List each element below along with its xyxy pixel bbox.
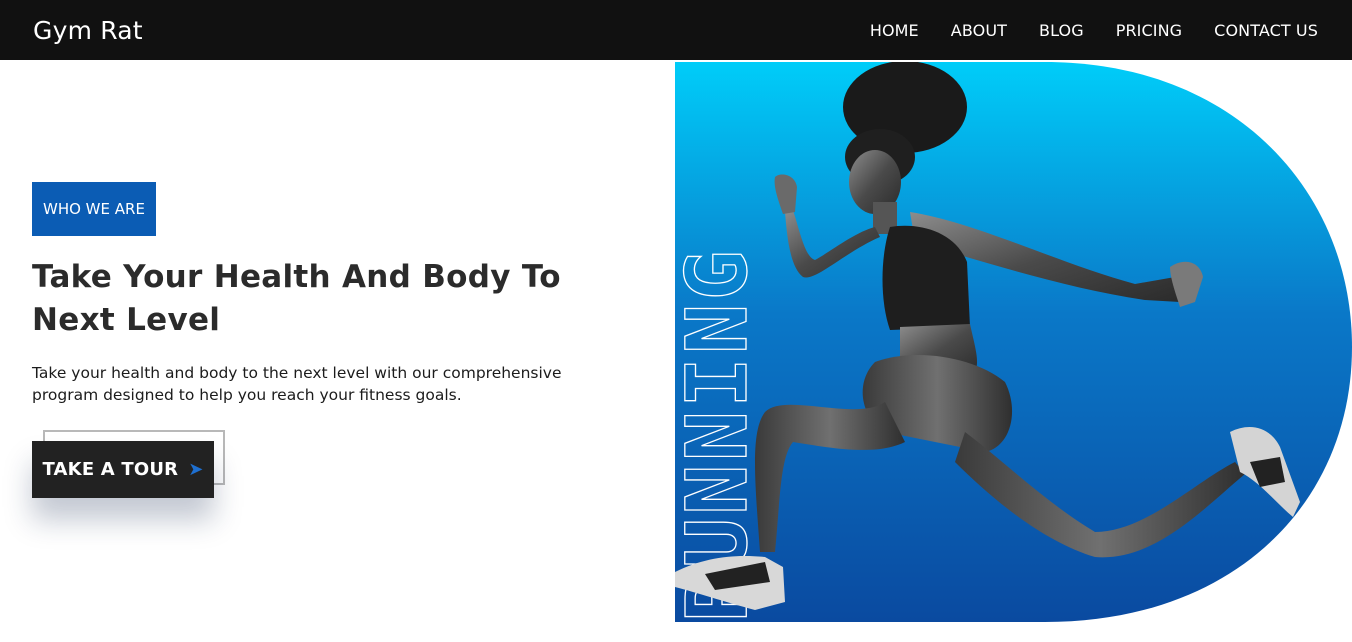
brand-logo[interactable]: Gym Rat — [33, 16, 143, 45]
running-athlete-image — [675, 62, 1300, 610]
nav-link-home[interactable]: HOME — [870, 21, 919, 40]
nav-item-blog: BLOG — [1039, 21, 1084, 40]
arrow-right-icon: ➤ — [188, 459, 204, 480]
nav-link-contact[interactable]: CONTACT US — [1214, 21, 1318, 40]
hero-headline: Take Your Health And Body To Next Level — [32, 259, 561, 338]
take-a-tour-label: TAKE A TOUR — [42, 459, 179, 480]
who-we-are-badge: WHO WE ARE — [32, 182, 156, 236]
top-navbar: Gym Rat HOME ABOUT BLOG PRICING CONTACT … — [0, 0, 1352, 60]
nav-link-blog[interactable]: BLOG — [1039, 21, 1084, 40]
nav-item-pricing: PRICING — [1116, 21, 1182, 40]
hero-image-section: RUNNING — [675, 62, 1352, 626]
nav-item-contact: CONTACT US — [1214, 21, 1318, 40]
hero-text-section: WHO WE ARE Take Your Health And Body To … — [32, 182, 632, 520]
nav-item-home: HOME — [870, 21, 919, 40]
hero-subtext: Take your health and body to the next le… — [32, 364, 562, 404]
nav-link-about[interactable]: ABOUT — [951, 21, 1007, 40]
nav-item-about: ABOUT — [951, 21, 1007, 40]
nav-menu: HOME ABOUT BLOG PRICING CONTACT US — [870, 21, 1318, 40]
cta-wrapper: TAKE A TOUR ➤ — [32, 430, 232, 520]
nav-link-pricing[interactable]: PRICING — [1116, 21, 1182, 40]
take-a-tour-button[interactable]: TAKE A TOUR ➤ — [32, 441, 214, 498]
